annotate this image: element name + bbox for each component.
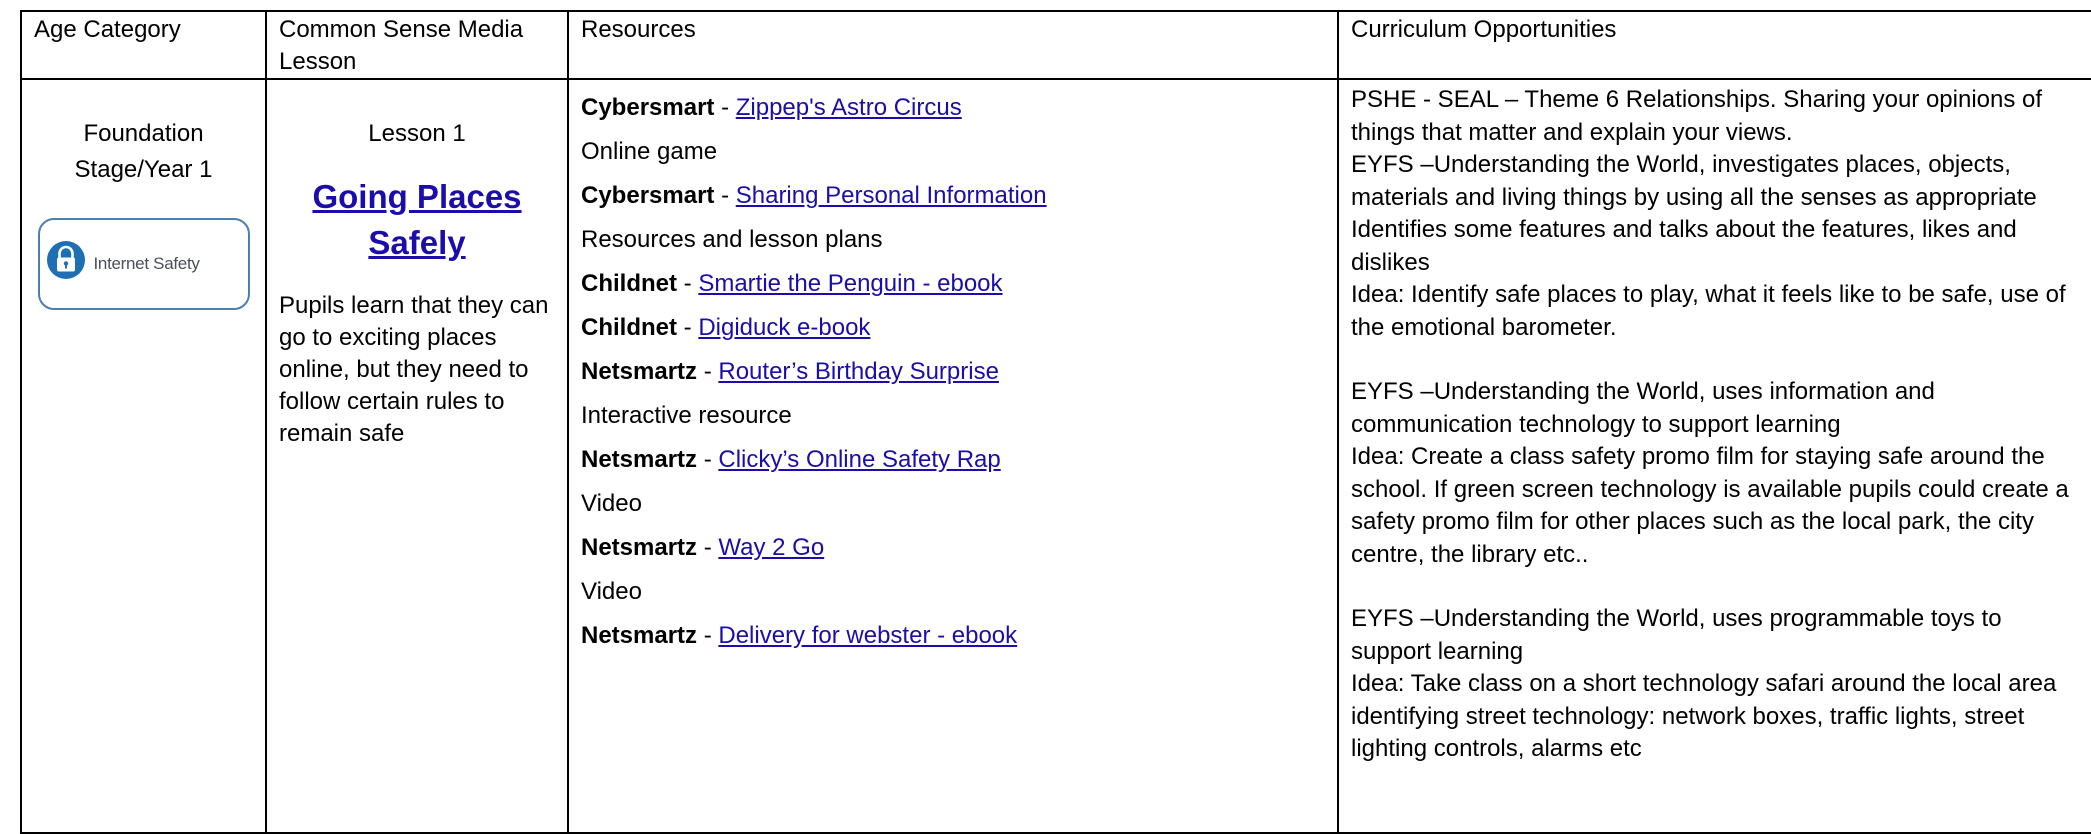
lesson-cell: Lesson 1 Going Places Safely Pupils lear… (265, 78, 569, 834)
header-row: Age Category Common Sense Media Lesson R… (20, 10, 2091, 80)
list-item: Netsmartz - Delivery for webster - ebook (581, 622, 1018, 649)
header-resources: Resources (567, 10, 1339, 80)
age-cell: Foundation Stage/Year 1 Internet Safety (20, 78, 267, 834)
resources-list: Cybersmart - Zippep's Astro Circus Onlin… (581, 86, 1325, 658)
resource-source: Childnet (581, 314, 677, 341)
resource-source: Netsmartz (581, 358, 698, 385)
resource-source: Netsmartz (581, 622, 698, 649)
list-item: Childnet - Digiduck e-book (581, 314, 871, 341)
padlock-icon (46, 240, 86, 289)
curriculum-cell: PSHE - SEAL – Theme 6 Relationships. Sha… (1337, 78, 2091, 834)
curriculum-idea-technology-safari: Idea: Take class on a short technology s… (1351, 670, 2057, 762)
resource-link[interactable]: Sharing Personal Information (736, 182, 1047, 209)
curriculum-eyfs-ict: EYFS –Understanding the World, uses info… (1351, 378, 1935, 438)
resource-link[interactable]: Way 2 Go (718, 534, 824, 561)
age-category-text: Foundation Stage/Year 1 (74, 120, 213, 183)
resource-note: Video (581, 578, 642, 605)
list-item: Childnet - Smartie the Penguin - ebook (581, 270, 1003, 297)
resource-source: Cybersmart (581, 94, 715, 121)
resource-link[interactable]: Delivery for webster - ebook (718, 622, 1017, 649)
curriculum-text: PSHE - SEAL – Theme 6 Relationships. Sha… (1351, 84, 2079, 766)
resource-note: Video (581, 490, 642, 517)
lesson-number: Lesson 1 (368, 120, 466, 147)
curriculum-eyfs-senses: EYFS –Understanding the World, investiga… (1351, 151, 2037, 276)
curriculum-table: Age Category Common Sense Media Lesson R… (20, 10, 2091, 834)
header-age-category: Age Category (20, 10, 267, 80)
resource-link[interactable]: Zippep's Astro Circus (736, 94, 962, 121)
resource-note: Interactive resource (581, 402, 792, 429)
curriculum-idea-safe-places: Idea: Identify safe places to play, what… (1351, 281, 2066, 341)
header-lesson: Common Sense Media Lesson (265, 10, 569, 80)
resource-source: Netsmartz (581, 534, 698, 561)
resource-source: Netsmartz (581, 446, 698, 473)
resource-note: Resources and lesson plans (581, 226, 883, 253)
resource-source: Cybersmart (581, 182, 715, 209)
resource-source: Childnet (581, 270, 677, 297)
curriculum-pshe: PSHE - SEAL – Theme 6 Relationships. Sha… (1351, 86, 2043, 146)
table-row: Foundation Stage/Year 1 Internet Safety … (20, 78, 2091, 834)
resource-note: Online game (581, 138, 718, 165)
curriculum-eyfs-programmable-toys: EYFS –Understanding the World, uses prog… (1351, 605, 2002, 665)
badge-label: Internet Safety (93, 254, 200, 273)
resource-link[interactable]: Router’s Birthday Surprise (718, 358, 999, 385)
lesson-title-link[interactable]: Going Places Safely (279, 174, 555, 266)
list-item: Netsmartz - Way 2 Go (581, 534, 825, 561)
resource-link[interactable]: Smartie the Penguin - ebook (698, 270, 1002, 297)
header-curriculum: Curriculum Opportunities (1337, 10, 2091, 80)
curriculum-idea-promo-film: Idea: Create a class safety promo film f… (1351, 443, 2069, 568)
resources-cell: Cybersmart - Zippep's Astro Circus Onlin… (567, 78, 1339, 834)
list-item: Cybersmart - Sharing Personal Informatio… (581, 182, 1047, 209)
resource-link[interactable]: Clicky’s Online Safety Rap (718, 446, 1000, 473)
list-item: Netsmartz - Router’s Birthday Surprise (581, 358, 999, 385)
resource-link[interactable]: Digiduck e-book (698, 314, 870, 341)
internet-safety-badge[interactable]: Internet Safety (37, 218, 250, 310)
list-item: Netsmartz - Clicky’s Online Safety Rap (581, 446, 1001, 473)
lesson-description: Pupils learn that they can go to excitin… (279, 292, 549, 447)
list-item: Cybersmart - Zippep's Astro Circus (581, 94, 962, 121)
